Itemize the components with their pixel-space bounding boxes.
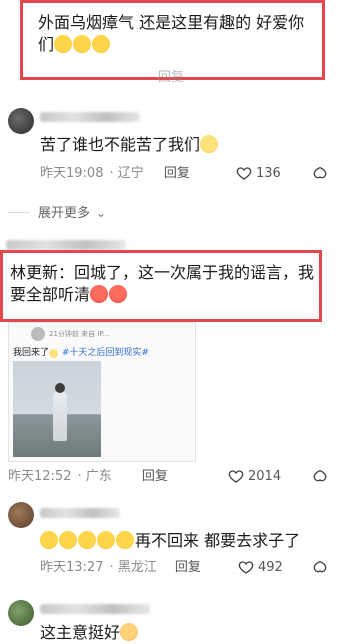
dislike-icon[interactable]: [312, 559, 328, 575]
avatar[interactable]: [8, 108, 34, 134]
comment-location: 辽宁: [117, 166, 144, 181]
comment-text-5: 这主意挺好: [40, 622, 330, 644]
heart-icon: [228, 470, 244, 483]
reply-link[interactable]: 回复: [175, 560, 201, 575]
dislike-icon[interactable]: [312, 165, 328, 181]
comment-meta-3: 昨天12:52 · 广东 回复: [8, 469, 168, 484]
like-button[interactable]: 2014: [228, 468, 281, 484]
heart-icon: [236, 167, 252, 180]
comment-text-3: 林更新：回城了，这一次属于我的谣言，我要全部听清: [10, 262, 316, 306]
like-button[interactable]: 136: [236, 165, 281, 181]
comment-text-4: 再不回来 都要去求子了: [40, 530, 330, 552]
comment-text-5-body: 这主意挺好: [40, 623, 121, 642]
comment-text-2: 苦了谁也不能苦了我们: [40, 134, 320, 156]
laugh-emoji: [97, 531, 115, 549]
laugh-emoji: [92, 35, 111, 53]
laugh-emoji: [73, 35, 92, 53]
like-count: 492: [258, 559, 283, 575]
comment-text-3-body: 林更新：回城了，这一次属于我的谣言，我要全部听清: [10, 263, 315, 304]
laugh-emoji: [59, 531, 77, 549]
comment-image[interactable]: 21分钟前 来自 IP... 我回来了 #十天之后回到现实#: [8, 322, 196, 462]
heart-icon: [238, 561, 254, 574]
username-blurred[interactable]: [40, 508, 120, 518]
like-count: 136: [256, 165, 281, 181]
reply-link[interactable]: 回复: [164, 166, 190, 181]
username-blurred[interactable]: [40, 604, 150, 614]
laugh-emoji: [116, 531, 134, 549]
expand-more-label: 展开更多: [38, 206, 91, 221]
clap-emoji: [120, 623, 139, 641]
comment-location: 黑龙江: [117, 560, 157, 575]
comment-time: 昨天19:08: [40, 166, 104, 181]
comment-location: 广东: [85, 469, 112, 484]
laugh-emoji: [40, 531, 58, 549]
laugh-emoji: [78, 531, 96, 549]
person-head: [55, 383, 65, 393]
dislike-icon[interactable]: [312, 468, 328, 484]
chevron-down-icon: ⌄: [96, 206, 107, 220]
expand-more-divider: [8, 212, 30, 213]
laugh-emoji: [54, 35, 73, 53]
comment-meta-4: 昨天13:27 · 黑龙江 回复: [40, 560, 201, 575]
smile-emoji: [200, 135, 219, 153]
comment-text-2-body: 苦了谁也不能苦了我们: [40, 135, 201, 154]
angry-emoji: [90, 285, 109, 303]
reply-link[interactable]: 回复: [142, 469, 168, 484]
post-avatar: [31, 327, 45, 341]
smile-emoji: [49, 349, 59, 358]
post-photo: [13, 361, 101, 457]
comment-time: 昨天13:27: [40, 560, 104, 575]
comment-meta-1: 回复: [38, 70, 190, 86]
angry-emoji: [109, 285, 128, 303]
post-text-line: 我回来了 #十天之后回到现实#: [13, 345, 149, 358]
comment-text-4-body: 再不回来 都要去求子了: [135, 531, 301, 550]
avatar[interactable]: [8, 502, 34, 528]
like-count: 2014: [248, 468, 282, 484]
post-meta: 21分钟前 来自 IP...: [49, 330, 110, 338]
avatar[interactable]: [8, 600, 34, 626]
post-tag: #十天之后回到现实#: [61, 348, 149, 358]
like-button[interactable]: 492: [238, 559, 283, 575]
reply-link-1[interactable]: 回复: [158, 70, 184, 85]
expand-more-button[interactable]: 展开更多 ⌄: [38, 205, 112, 222]
post-text: 我回来了: [13, 348, 50, 358]
comment-meta-2: 昨天19:08 · 辽宁 回复: [40, 166, 190, 181]
username-blurred[interactable]: [40, 112, 140, 122]
person-figure: [53, 391, 67, 441]
comment-time: 昨天12:52: [8, 469, 72, 484]
comment-text-1: 外面乌烟瘴气 还是这里有趣的 好爱你们: [38, 12, 320, 56]
username-blurred[interactable]: [6, 240, 126, 250]
